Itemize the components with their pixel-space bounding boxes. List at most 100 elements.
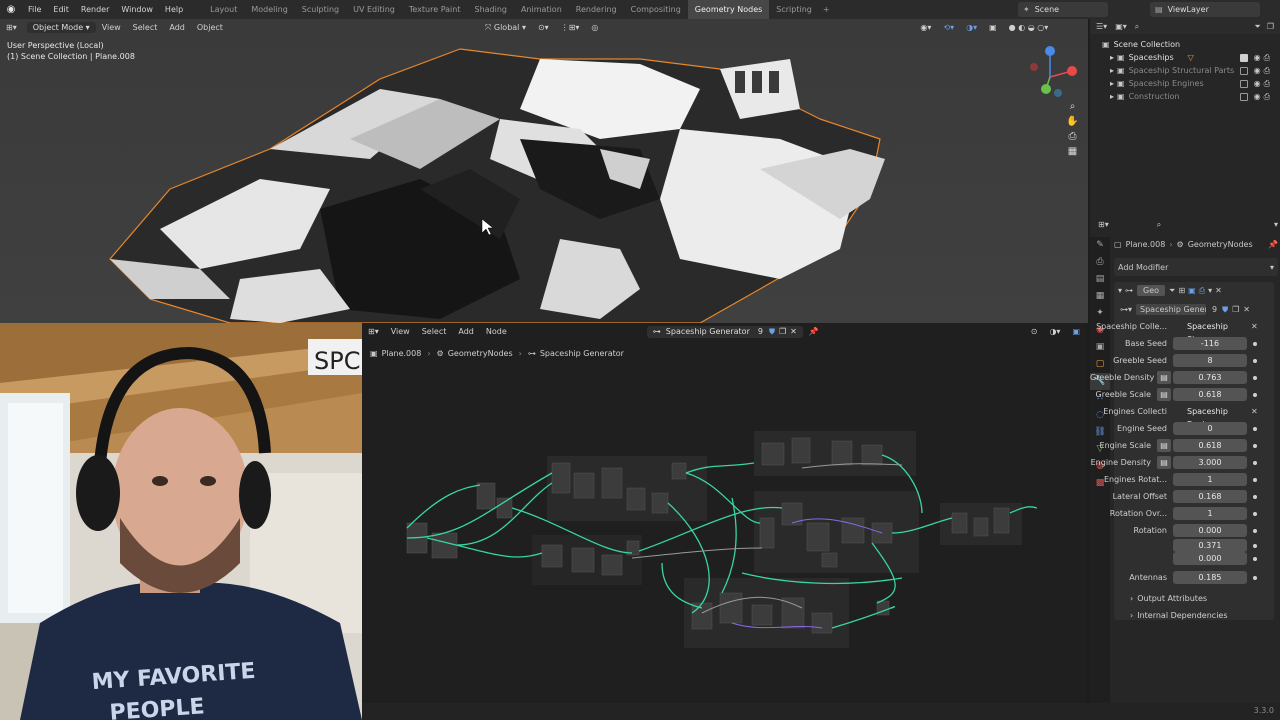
attribute-toggle-icon[interactable]: ▤ [1157,439,1171,452]
keyframe-dot-icon[interactable] [1253,341,1257,346]
engines-rotation-field[interactable]: 1 [1173,473,1247,486]
rotation-y-field[interactable]: 0.371 [1173,539,1247,552]
include-checkbox[interactable] [1239,79,1248,88]
viewport-menu-select[interactable]: Select [127,23,164,32]
filter-icon[interactable]: ⏷ [1254,22,1260,32]
viewport-menu-object[interactable]: Object [191,23,229,32]
greeble-seed-field[interactable]: 8 [1173,354,1247,367]
gizmo-toggle-icon[interactable]: ⟲▾ [937,23,960,32]
fake-user-icon[interactable]: ⛊ [1222,305,1228,315]
attribute-toggle-icon[interactable]: ▤ [1157,371,1171,384]
outliner-item-engines[interactable]: ▸ ▣ Spaceship Engines ◉ ⎙ [1102,77,1280,90]
lateral-offset-field[interactable]: 0.168 [1173,490,1247,503]
workspace-tab-uv-editing[interactable]: UV Editing [346,0,402,19]
eye-icon[interactable]: ◉ [1254,53,1261,62]
include-checkbox[interactable] [1239,92,1248,101]
workspace-tab-layout[interactable]: Layout [203,0,244,19]
engine-density-field[interactable]: 3.000 [1173,456,1247,469]
outliner-search-icon[interactable]: ⌕ [1135,22,1139,32]
eye-icon[interactable]: ◉ [1254,66,1261,75]
greeble-scale-field[interactable]: 0.618 [1173,388,1247,401]
collapse-icon[interactable]: ▾ [1118,286,1122,295]
keyframe-dot-icon[interactable] [1253,528,1257,533]
new-collection-icon[interactable]: ❐ [1267,22,1274,31]
output-tab-icon[interactable]: ▤ [1090,271,1110,288]
tool-tab-icon[interactable]: ✎ [1090,237,1110,254]
properties-options-icon[interactable]: ▾ [1274,220,1278,229]
duplicate-icon[interactable]: ❐ [1232,305,1239,314]
camera-icon[interactable]: ⎙ [1264,66,1270,76]
clear-icon[interactable]: ✕ [1251,407,1258,416]
view-layer-selector[interactable]: ▤ ViewLayer [1150,2,1260,17]
visibility-icon[interactable]: ◉▾ [914,23,937,32]
antennas-field[interactable]: 0.185 [1173,571,1247,584]
output-attributes-subpanel[interactable]: › Output Attributes [1090,590,1278,607]
eye-icon[interactable]: ◉ [1254,92,1261,101]
cage-icon[interactable]: ⊞ [1178,286,1185,295]
workspace-tab-scripting[interactable]: Scripting [769,0,819,19]
transform-orientation-dropdown[interactable]: ⤧ Global ▾ [479,23,532,33]
outliner-editor-icon[interactable]: ☰▾ [1096,22,1107,31]
rotation-override-field[interactable]: 1 [1173,507,1247,520]
internal-dependencies-subpanel[interactable]: › Internal Dependencies [1090,607,1278,624]
navigation-gizmo[interactable] [1028,45,1084,99]
include-checkbox[interactable] [1239,66,1248,75]
menu-render[interactable]: Render [75,5,115,14]
workspace-tab-geometry-nodes[interactable]: Geometry Nodes [687,0,770,19]
include-checkbox[interactable] [1239,53,1248,62]
keyframe-dot-icon[interactable] [1253,358,1257,363]
clear-icon[interactable]: ✕ [1251,322,1258,331]
keyframe-dot-icon[interactable] [1253,375,1257,380]
xray-toggle-icon[interactable]: ▣ [983,23,1003,32]
keyframe-dot-icon[interactable] [1253,575,1257,580]
remove-modifier-icon[interactable]: ✕ [1215,286,1222,295]
outliner-item-construction[interactable]: ▸ ▣ Construction ◉ ⎙ [1102,90,1280,103]
modifier-header[interactable]: ▾ ⊶ Geo ⏷ ⊞ ▣ ⎙ ▾ ✕ [1114,282,1274,299]
zoom-icon[interactable]: ⌕ [1065,99,1080,114]
rotation-z-field[interactable]: 0.000 [1173,552,1247,565]
workspace-tab-rendering[interactable]: Rendering [569,0,624,19]
modifier-options-icon[interactable]: ▾ [1208,286,1212,295]
outliner-scene-collection[interactable]: ▣ Scene Collection [1102,38,1280,51]
camera-icon[interactable]: ⎙ [1264,92,1270,102]
workspace-tab-shading[interactable]: Shading [467,0,514,19]
base-seed-field[interactable]: -116 [1173,337,1247,350]
camera-icon[interactable]: ⎙ [1264,53,1270,63]
node-graph[interactable] [362,323,1086,703]
keyframe-dot-icon[interactable] [1253,494,1257,499]
greeble-density-field[interactable]: 0.763 [1173,371,1247,384]
workspace-tab-compositing[interactable]: Compositing [624,0,688,19]
menu-window[interactable]: Window [115,5,159,14]
camera-view-icon[interactable]: ⎙ [1065,129,1080,144]
unlink-icon[interactable]: ✕ [1243,305,1250,314]
keyframe-dot-icon[interactable] [1253,443,1257,448]
keyframe-dot-icon[interactable] [1253,460,1257,465]
engine-scale-field[interactable]: 0.618 [1173,439,1247,452]
realtime-icon[interactable]: ▣ [1188,286,1196,295]
snap-icon[interactable]: ⋮⊞▾ [555,23,586,32]
outliner-item-spaceships[interactable]: ▸ ▣ Spaceships ▽ ◉ ⎙ [1102,51,1280,64]
object-mode-dropdown[interactable]: Object Mode ▾ [26,22,96,33]
properties-editor-icon[interactable]: ⊞▾ [1098,220,1109,229]
eye-icon[interactable]: ◉ [1254,79,1261,88]
properties-editor[interactable]: ⊞▾ ⌕ ▾ ✎ ⎙ ▤ ▦ ✦ ◉ ▣ ▢ 🔧 ∴ ◌ ⛓ ▽ ◍ ▩ ▢ P… [1090,215,1280,720]
workspace-tab-animation[interactable]: Animation [514,0,569,19]
workspace-tab-modeling[interactable]: Modeling [244,0,294,19]
outliner[interactable]: ☰▾ ▣▾ ⌕ ⏷ ❐ ▣ Scene Collection ▸ ▣ Space… [1090,19,1280,215]
pan-hand-icon[interactable]: ✋ [1065,114,1080,129]
scene-selector[interactable]: ✦ Scene [1018,2,1108,17]
keyframe-dot-icon[interactable] [1253,511,1257,516]
render-icon[interactable]: ⎙ [1199,286,1205,296]
editor-type-icon[interactable]: ⊞▾ [0,23,23,32]
blender-icon[interactable]: ◉ [0,4,22,15]
keyframe-dot-icon[interactable] [1253,426,1257,431]
engines-collection-field[interactable]: Spaceship Engi... [1173,405,1247,429]
modifier-name-field[interactable]: Geo [1137,285,1166,296]
camera-icon[interactable]: ⎙ [1264,79,1270,89]
edit-mode-icon[interactable]: ⏷ [1169,286,1175,296]
3d-viewport[interactable]: ⊞▾ Object Mode ▾ View Select Add Object … [0,19,1088,323]
attribute-toggle-icon[interactable]: ▤ [1157,456,1171,469]
menu-edit[interactable]: Edit [47,5,75,14]
viewport-menu-view[interactable]: View [96,23,127,32]
node-editor[interactable]: ⊞▾ View Select Add Node ⊶ Spaceship Gene… [362,323,1086,703]
